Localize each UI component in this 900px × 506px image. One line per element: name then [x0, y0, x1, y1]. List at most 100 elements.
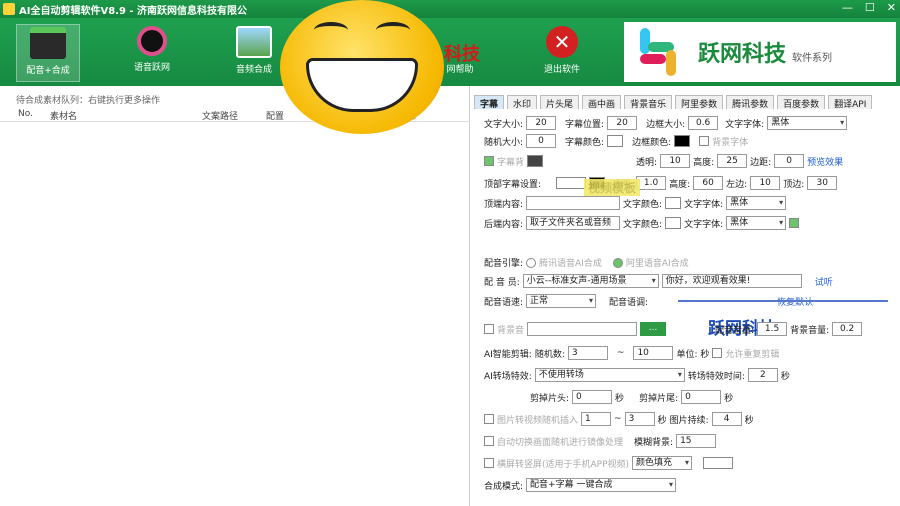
col-config[interactable]: 配置	[266, 109, 284, 122]
tool-dub-compose[interactable]: 配音+合成	[16, 24, 80, 82]
engine-radio-1[interactable]	[526, 257, 537, 268]
color2-swatch[interactable]	[665, 197, 682, 209]
top-sub-swatch[interactable]	[556, 177, 587, 189]
pic-max-input[interactable]: 3	[624, 412, 655, 426]
fill-color-swatch[interactable]	[703, 457, 734, 469]
bg-font-checkbox[interactable]	[699, 136, 710, 146]
cut-tail-input[interactable]: 0	[681, 390, 722, 404]
tone-label: 配音语调:	[609, 297, 649, 308]
bottom-content-input[interactable]: 取子文件夹名或音频	[526, 216, 621, 230]
tab-aliyun[interactable]: 阿里参数	[675, 95, 724, 110]
speed-select[interactable]: 正常	[526, 294, 597, 308]
alpha2-input[interactable]: 1.0	[636, 176, 667, 190]
preview-effect-link[interactable]: 预览效果	[807, 155, 843, 168]
col-path[interactable]: 文案路径	[202, 109, 238, 122]
repeat-label: 允许重复剪辑	[725, 349, 780, 360]
bg-font-label: 背景字体	[712, 137, 749, 148]
tool-audio[interactable]: 音频合成	[222, 24, 286, 82]
maximize-button[interactable]: ☐	[865, 1, 875, 14]
rand-size-input[interactable]: 0	[526, 134, 557, 148]
border-color-swatch[interactable]	[674, 135, 691, 147]
speed-label: 配音语速:	[484, 297, 524, 308]
auto-mirror-checkbox[interactable]	[484, 436, 494, 446]
audition-link[interactable]: 试听	[815, 275, 833, 288]
pic-dur-label: 图片持续:	[669, 415, 709, 426]
bgm-vol-label: 配音音量:	[715, 325, 755, 336]
col-no[interactable]: No.	[18, 109, 33, 119]
bottom-check[interactable]	[789, 218, 800, 228]
pic-min-input[interactable]: 1	[581, 412, 612, 426]
top2-input[interactable]: 30	[807, 176, 838, 190]
col-name[interactable]: 素材名	[50, 109, 77, 122]
alpha-label: 透明:	[636, 157, 658, 168]
engine-label: 配音引擎:	[484, 259, 524, 269]
tab-baidu[interactable]: 百度参数	[777, 95, 826, 110]
bgm-checkbox[interactable]	[484, 324, 494, 334]
tab-translate[interactable]: 翻译API	[828, 95, 873, 110]
font-size-input[interactable]: 20	[526, 116, 557, 130]
sub-bg-label: 字幕背	[497, 157, 525, 168]
mode-select[interactable]: 配音+字幕 一键合成	[526, 478, 677, 492]
pos-input[interactable]: 20	[607, 116, 638, 130]
tab-bgm[interactable]: 背景音乐	[624, 95, 673, 110]
top-content-input[interactable]	[526, 196, 621, 210]
sec-label: 秒	[724, 393, 734, 404]
trans-time-input[interactable]: 2	[747, 368, 778, 382]
bgm-vol-input[interactable]: 1.5	[757, 322, 788, 336]
sec-label: 秒	[657, 415, 667, 426]
transition-select[interactable]: 不使用转场	[534, 368, 685, 382]
sub-bg-swatch[interactable]	[527, 155, 544, 167]
sample-text-input[interactable]: 你好，欢迎观看效果!	[661, 274, 802, 288]
border-input[interactable]: 0.6	[688, 116, 719, 130]
bgm-label: 背景音	[497, 325, 525, 336]
fill-select[interactable]: 颜色填充	[632, 456, 693, 470]
portrait-checkbox[interactable]	[484, 458, 494, 468]
engine-radio-2[interactable]	[612, 257, 623, 268]
rand-min-input[interactable]: 3	[567, 346, 608, 360]
tab-intro[interactable]: 片头尾	[540, 95, 580, 110]
font2-select[interactable]: 黑体	[726, 196, 787, 210]
font3-select[interactable]: 黑体	[726, 216, 787, 230]
close-button[interactable]: ✕	[887, 1, 896, 14]
bg-vol-input[interactable]: 0.2	[832, 322, 863, 336]
tab-pip[interactable]: 画中画	[582, 95, 622, 110]
minimize-button[interactable]: —	[842, 1, 853, 14]
color2-label: 文字颜色:	[623, 199, 663, 210]
bgm-path-input[interactable]	[527, 322, 638, 336]
sub-color-swatch[interactable]	[607, 135, 624, 147]
blur-input[interactable]: 15	[676, 434, 717, 448]
repeat-checkbox[interactable]	[712, 348, 723, 358]
tool-voice[interactable]: 语音跃网	[120, 24, 184, 82]
app-icon	[3, 3, 15, 15]
pic-insert-checkbox[interactable]	[484, 414, 494, 424]
tab-watermark[interactable]: 水印	[507, 95, 538, 110]
overlay-brand-text: 科技	[444, 44, 480, 65]
grin-emoji-icon	[280, 0, 444, 134]
pic-insert-label: 图片转视频随机插入	[497, 415, 579, 426]
tone-slider[interactable]	[678, 300, 888, 302]
sub-bg-checkbox[interactable]	[484, 156, 494, 166]
tool-label: 音频合成	[235, 65, 272, 75]
tool-label: 语音跃网	[133, 63, 170, 73]
alpha-input[interactable]: 10	[660, 154, 691, 168]
font-label: 文字字体:	[725, 119, 765, 130]
tab-subtitle[interactable]: 字幕	[474, 95, 505, 110]
font-select[interactable]: 黑体	[767, 116, 848, 130]
cut-head-label: 剪掉片头:	[530, 393, 570, 404]
left2-label: 左边:	[726, 179, 748, 190]
bgm-browse-button[interactable]: ...	[640, 322, 667, 336]
cut-head-input[interactable]: 0	[572, 390, 613, 404]
pic-dur-input[interactable]: 4	[711, 412, 742, 426]
voice-select[interactable]: 小云--标准女声-通用场景	[522, 274, 659, 288]
tool-exit[interactable]: ✕ 退出软件	[530, 24, 594, 82]
bg-vol-label: 背景音量:	[790, 325, 830, 336]
tab-tencent[interactable]: 腾讯参数	[726, 95, 775, 110]
height2-input[interactable]: 60	[693, 176, 724, 190]
left2-input[interactable]: 10	[750, 176, 781, 190]
color3-swatch[interactable]	[665, 217, 682, 229]
clapper-icon	[30, 27, 66, 59]
height-input[interactable]: 25	[717, 154, 748, 168]
yellow-overlay-tag: 视频模板	[584, 179, 641, 196]
margin-input[interactable]: 0	[774, 154, 805, 168]
rand-max-input[interactable]: 10	[633, 346, 674, 360]
